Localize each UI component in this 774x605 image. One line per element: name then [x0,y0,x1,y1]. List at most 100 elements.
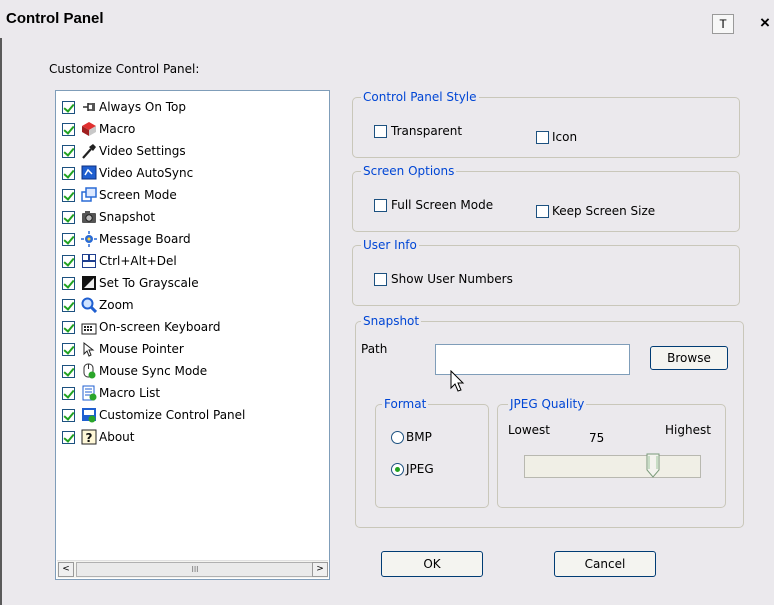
jpeg-radio-dot[interactable] [391,462,404,476]
macro-icon [81,121,97,137]
path-label: Path [361,342,388,356]
help-icon: ? [81,429,97,445]
ok-button[interactable]: OK [381,551,483,577]
lowest-label: Lowest [508,423,550,437]
jpeg-radio[interactable]: JPEG [391,462,434,476]
item-checkbox[interactable] [62,276,75,290]
item-label: Mouse Sync Mode [99,364,208,378]
item-checkbox[interactable] [62,210,75,224]
snapshot-legend: Snapshot [361,314,422,328]
scroll-right-button[interactable]: > [312,562,328,577]
list-item[interactable]: Snapshot [62,207,155,227]
scroll-left-button[interactable]: < [58,562,74,577]
wrench-icon [81,143,97,159]
icon-checkbox-box[interactable] [536,130,549,144]
jpeg-quality-slider[interactable] [524,453,701,479]
item-checkbox[interactable] [62,342,75,356]
mouse-cursor-icon [450,370,465,392]
item-label: Mouse Pointer [99,342,184,356]
list-item[interactable]: Screen Mode [62,185,177,205]
horizontal-scrollbar[interactable]: < III > [57,560,328,578]
customize-heading: Customize Control Panel: [49,62,200,76]
item-label: Ctrl+Alt+Del [99,254,177,268]
customize-icon [81,407,97,423]
full-screen-checkbox[interactable]: Full Screen Mode [374,198,493,212]
bmp-radio-dot[interactable] [391,430,404,444]
show-user-numbers-checkbox[interactable]: Show User Numbers [374,272,513,286]
pin-button[interactable]: T [712,14,734,34]
list-item[interactable]: ? About [62,427,134,447]
highest-label: Highest [665,423,711,437]
item-checkbox[interactable] [62,298,75,312]
macro-list-icon [81,385,97,401]
list-item[interactable]: Macro List [62,383,160,403]
list-item[interactable]: Ctrl+Alt+Del [62,251,177,271]
browse-button[interactable]: Browse [650,346,728,370]
list-item[interactable]: Always On Top [62,97,186,117]
list-item[interactable]: Video AutoSync [62,163,193,183]
ctrl-alt-del-icon [81,253,97,269]
transparent-label: Transparent [391,124,463,138]
list-item[interactable]: Mouse Pointer [62,339,184,359]
keep-size-checkbox[interactable]: Keep Screen Size [536,204,655,218]
pushpin-icon [81,99,97,115]
item-label: About [99,430,135,444]
transparent-checkbox-box[interactable] [374,124,387,138]
icon-checkbox[interactable]: Icon [536,130,577,144]
keep-size-checkbox-box[interactable] [536,204,549,218]
slider-thumb[interactable] [646,453,660,479]
screen-mode-icon [81,187,97,203]
item-checkbox[interactable] [62,100,75,114]
mouse-pointer-icon [81,341,97,357]
item-checkbox[interactable] [62,408,75,422]
list-item[interactable]: Mouse Sync Mode [62,361,207,381]
item-label: Zoom [99,298,134,312]
list-item[interactable]: Set To Grayscale [62,273,199,293]
bmp-radio[interactable]: BMP [391,430,432,444]
list-item[interactable]: Customize Control Panel [62,405,245,425]
style-group: Control Panel Style Transparent Icon [352,90,740,158]
item-label: Message Board [99,232,191,246]
item-label: Screen Mode [99,188,177,202]
screen-options-group: Screen Options Full Screen Mode Keep Scr… [352,164,740,232]
style-group-legend: Control Panel Style [361,90,479,104]
item-checkbox[interactable] [62,364,75,378]
item-checkbox[interactable] [62,122,75,136]
item-checkbox[interactable] [62,144,75,158]
cancel-button[interactable]: Cancel [554,551,656,577]
keep-size-label: Keep Screen Size [552,204,656,218]
icon-label: Icon [552,130,578,144]
scroll-thumb[interactable]: III [76,562,314,577]
list-item[interactable]: Zoom [62,295,134,315]
window-title: Control Panel [6,10,104,27]
list-item[interactable]: Macro [62,119,135,139]
item-checkbox[interactable] [62,386,75,400]
grayscale-icon [81,275,97,291]
close-button[interactable]: × [760,13,770,33]
item-label: Set To Grayscale [99,276,199,290]
item-checkbox[interactable] [62,430,75,444]
screen-options-legend: Screen Options [361,164,457,178]
transparent-checkbox[interactable]: Transparent [374,124,462,138]
customize-list[interactable]: Always On Top Macro Video Settings Video Au… [55,90,330,580]
item-label: Macro List [99,386,161,400]
list-item[interactable]: Video Settings [62,141,186,161]
keyboard-icon [81,319,97,335]
jpeg-quality-group: JPEG Quality Lowest 75 Highest [497,397,726,508]
item-checkbox[interactable] [62,188,75,202]
item-checkbox[interactable] [62,254,75,268]
user-info-legend: User Info [361,238,419,252]
bmp-label: BMP [406,430,432,444]
snapshot-group: Snapshot Path Browse Format BMP JPEG JPE… [355,314,744,528]
show-user-numbers-checkbox-box[interactable] [374,272,387,286]
item-label: On-screen Keyboard [99,320,221,334]
list-item[interactable]: Message Board [62,229,191,249]
window-border [0,38,2,605]
full-screen-checkbox-box[interactable] [374,198,387,212]
list-item[interactable]: On-screen Keyboard [62,317,221,337]
title-bar[interactable]: Control Panel T × [0,0,774,38]
full-screen-label: Full Screen Mode [391,198,494,212]
item-checkbox[interactable] [62,166,75,180]
item-checkbox[interactable] [62,232,75,246]
item-checkbox[interactable] [62,320,75,334]
